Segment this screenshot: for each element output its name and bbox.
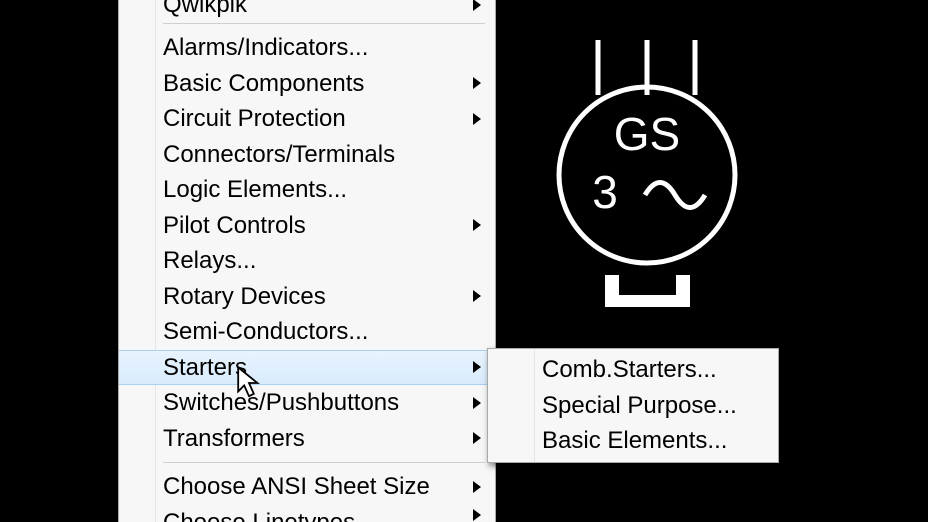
menu-item-switches-pushbuttons[interactable]: Switches/Pushbuttons [119,385,495,421]
submenu-item-basic-elements[interactable]: Basic Elements... [488,423,778,459]
menu-item-label: Transformers [163,425,305,452]
starters-submenu: Comb.Starters... Special Purpose... Basi… [487,348,779,463]
generator-symbol: GS 3 [550,40,750,320]
menu-item-choose-ansi-sheet-size[interactable]: Choose ANSI Sheet Size [119,469,495,505]
menu-item-label: Switches/Pushbuttons [163,389,399,416]
submenu-arrow-icon [473,361,481,373]
submenu-arrow-icon [473,0,481,11]
menu-item-relays[interactable]: Relays... [119,243,495,279]
svg-text:3: 3 [592,166,618,218]
menu-item-label: Relays... [163,247,256,274]
menu-item-label: Circuit Protection [163,105,346,132]
menu-item-basic-components[interactable]: Basic Components [119,66,495,102]
menu-item-pilot-controls[interactable]: Pilot Controls [119,208,495,244]
menu-item-semi-conductors[interactable]: Semi-Conductors... [119,314,495,350]
menu-item-logic-elements[interactable]: Logic Elements... [119,172,495,208]
submenu-arrow-icon [473,219,481,231]
menu-separator [163,462,485,463]
submenu-item-comb-starters[interactable]: Comb.Starters... [488,352,778,388]
svg-text:GS: GS [614,108,680,160]
menu-item-qwikpik[interactable]: Qwikpik [119,0,495,17]
menu-separator [163,23,485,24]
menu-item-label: Starters [163,354,247,381]
menu-item-label: Semi-Conductors... [163,318,368,345]
menu-item-choose-linetypes[interactable]: Choose Linetypes [119,505,495,522]
menu-item-connectors-terminals[interactable]: Connectors/Terminals [119,137,495,173]
menu-item-label: Alarms/Indicators... [163,34,368,61]
menu-item-alarms-indicators[interactable]: Alarms/Indicators... [119,30,495,66]
menu-item-label: Rotary Devices [163,283,326,310]
submenu-arrow-icon [473,290,481,302]
submenu-arrow-icon [473,509,481,521]
menu-item-label: Connectors/Terminals [163,141,395,168]
menu-item-label: Pilot Controls [163,212,306,239]
menu-item-label: Qwikpik [163,0,247,18]
submenu-arrow-icon [473,397,481,409]
submenu-arrow-icon [473,77,481,89]
menu-item-label: Basic Elements... [542,427,727,454]
menu-item-transformers[interactable]: Transformers [119,421,495,457]
submenu-item-special-purpose[interactable]: Special Purpose... [488,388,778,424]
menu-item-label: Logic Elements... [163,176,347,203]
submenu-arrow-icon [473,432,481,444]
context-menu: Qwikpik Alarms/Indicators... Basic Compo… [118,0,496,522]
menu-item-label: Choose Linetypes [163,509,355,522]
menu-item-rotary-devices[interactable]: Rotary Devices [119,279,495,315]
menu-item-label: Basic Components [163,70,364,97]
submenu-arrow-icon [473,113,481,125]
menu-item-circuit-protection[interactable]: Circuit Protection [119,101,495,137]
submenu-arrow-icon [473,481,481,493]
menu-item-label: Special Purpose... [542,392,737,419]
menu-item-label: Choose ANSI Sheet Size [163,473,430,500]
menu-item-label: Comb.Starters... [542,356,717,383]
menu-item-starters[interactable]: Starters [119,350,495,386]
